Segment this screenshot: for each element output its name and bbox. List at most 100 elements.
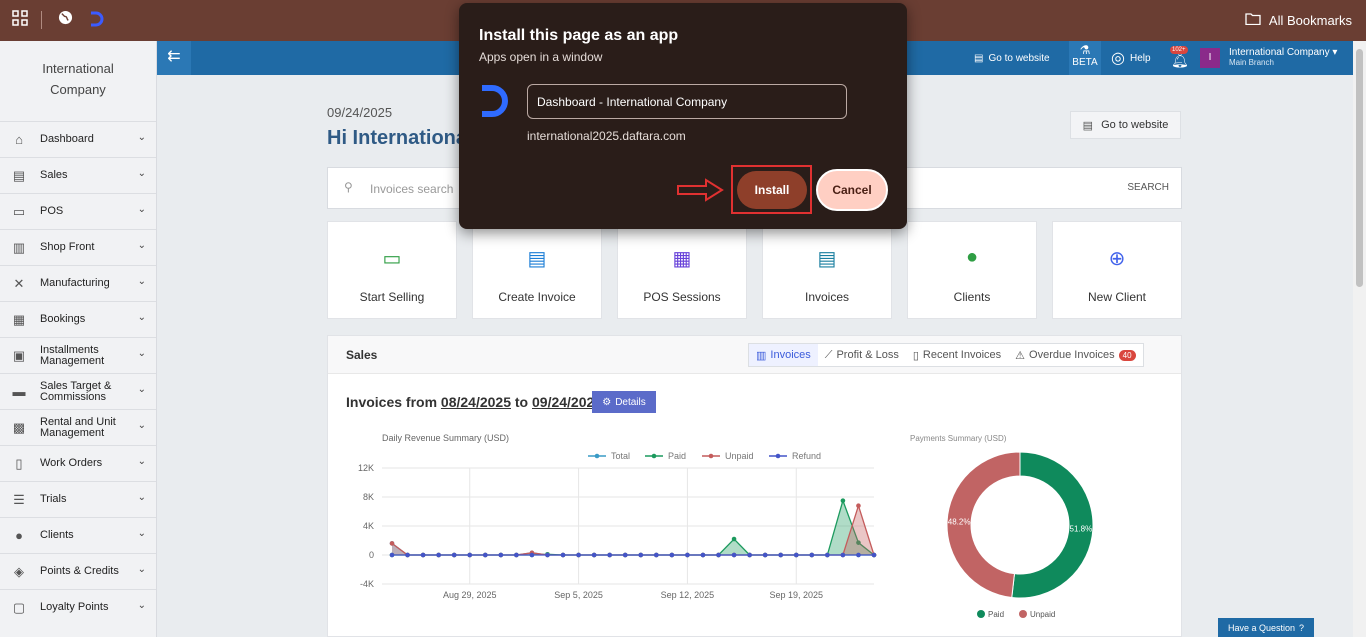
- y-tick-label: 12K: [358, 463, 374, 473]
- app-name-input[interactable]: [527, 84, 847, 119]
- data-point-refund[interactable]: [420, 552, 426, 558]
- search-button[interactable]: SEARCH: [1127, 182, 1169, 193]
- annotation-arrow-icon: [677, 178, 724, 202]
- data-point-refund[interactable]: [405, 552, 410, 558]
- legend-label[interactable]: Paid: [668, 451, 686, 461]
- scrollbar-thumb[interactable]: [1356, 49, 1363, 287]
- details-label: Details: [615, 396, 646, 408]
- beta-button[interactable]: ⚗ BETA: [1069, 41, 1101, 75]
- sidebar-item-shop-front[interactable]: ▥ Shop Front ⌄: [0, 229, 156, 265]
- data-point-refund[interactable]: [622, 552, 628, 558]
- sidebar-item-sales[interactable]: ▤ Sales ⌄: [0, 157, 156, 193]
- data-point-refund[interactable]: [809, 552, 815, 558]
- data-point-refund[interactable]: [529, 552, 535, 558]
- data-point-refund[interactable]: [576, 552, 581, 558]
- data-point-refund[interactable]: [560, 552, 566, 558]
- data-point-paid[interactable]: [840, 498, 846, 503]
- details-button[interactable]: ⚙ Details: [592, 391, 656, 413]
- data-point-refund[interactable]: [482, 552, 488, 558]
- notification-count: 102+: [1170, 46, 1188, 54]
- legend-label[interactable]: Total: [611, 451, 630, 461]
- data-point-refund[interactable]: [793, 552, 799, 558]
- data-point-refund[interactable]: [545, 552, 550, 558]
- globe-icon[interactable]: [58, 10, 73, 30]
- data-point-refund[interactable]: [451, 552, 457, 558]
- data-point-refund[interactable]: [669, 552, 675, 558]
- data-point-paid[interactable]: [731, 536, 737, 542]
- avatar[interactable]: I: [1200, 48, 1220, 68]
- tab-recent-invoices[interactable]: ▯ Recent Invoices: [906, 344, 1008, 366]
- tile-pos-sessions[interactable]: ▦ POS Sessions: [617, 221, 747, 319]
- sidebar-toggle-icon[interactable]: ⇇: [157, 41, 191, 75]
- have-a-question-button[interactable]: Have a Question?: [1218, 618, 1314, 637]
- goto-website-button[interactable]: ▤ Go to website: [1070, 111, 1181, 139]
- data-point-refund[interactable]: [747, 552, 752, 558]
- data-point-unpaid[interactable]: [856, 503, 861, 508]
- goto-website-link[interactable]: ▤ Go to website: [974, 41, 1050, 75]
- data-point-refund[interactable]: [467, 552, 473, 558]
- data-point-refund[interactable]: [825, 552, 830, 558]
- page-scrollbar[interactable]: [1353, 41, 1366, 637]
- beta-label: BETA: [1072, 57, 1098, 68]
- dialog-subtitle: Apps open in a window: [479, 50, 603, 64]
- daftara-logo-icon[interactable]: [88, 10, 106, 33]
- overdue-count-badge: 40: [1118, 349, 1136, 361]
- sidebar-item-installments-management[interactable]: ▣ Installments Management ⌄: [0, 337, 156, 373]
- sidebar-item-dashboard[interactable]: ⌂ Dashboard ⌄: [0, 121, 156, 157]
- data-point-refund[interactable]: [731, 552, 737, 558]
- data-point-refund[interactable]: [514, 552, 519, 558]
- rental-icon: ▩: [12, 419, 26, 435]
- sidebar-item-trials[interactable]: ☰ Trials ⌄: [0, 481, 156, 517]
- help-button[interactable]: ◎ Help: [1111, 41, 1151, 75]
- legend-label[interactable]: Unpaid: [1030, 610, 1055, 619]
- data-point-refund[interactable]: [685, 552, 690, 558]
- data-point-refund[interactable]: [607, 552, 612, 558]
- data-point-refund[interactable]: [436, 552, 441, 558]
- search-input[interactable]: Invoices search: [370, 182, 453, 196]
- data-point-refund[interactable]: [871, 552, 877, 558]
- data-point-refund[interactable]: [389, 552, 395, 558]
- sidebar-item-loyalty-points[interactable]: ▢ Loyalty Points ⌄: [0, 589, 156, 625]
- sidebar-item-bookings[interactable]: ▦ Bookings ⌄: [0, 301, 156, 337]
- data-point-refund[interactable]: [654, 552, 659, 558]
- company-switcher[interactable]: International Company ▾ Main Branch: [1229, 47, 1337, 67]
- sidebar-item-work-orders[interactable]: ▯ Work Orders ⌄: [0, 445, 156, 481]
- legend-label[interactable]: Paid: [988, 610, 1004, 619]
- data-point-refund[interactable]: [638, 552, 644, 558]
- sidebar-item-manufacturing[interactable]: ✕ Manufacturing ⌄: [0, 265, 156, 301]
- tab-overdue-invoices[interactable]: ⚠ Overdue Invoices 40: [1008, 344, 1142, 366]
- data-point-unpaid[interactable]: [389, 541, 395, 546]
- legend-label[interactable]: Unpaid: [725, 451, 754, 461]
- tab-invoices[interactable]: ▥ Invoices: [749, 344, 818, 366]
- data-point-refund[interactable]: [762, 552, 768, 558]
- chart-title: Daily Revenue Summary (USD): [382, 433, 509, 443]
- from-date[interactable]: 08/24/2025: [441, 394, 511, 410]
- tile-invoices[interactable]: ▤ Invoices: [762, 221, 892, 319]
- tile-start-selling[interactable]: ▭ Start Selling: [327, 221, 457, 319]
- tile-create-invoice[interactable]: ▤ Create Invoice: [472, 221, 602, 319]
- sidebar-item-clients[interactable]: ● Clients ⌄: [0, 517, 156, 553]
- sidebar-item-rental-and-unit-management[interactable]: ▩ Rental and Unit Management ⌄: [0, 409, 156, 445]
- question-icon: ?: [1299, 622, 1305, 633]
- legend-label[interactable]: Refund: [792, 451, 821, 461]
- data-point-refund[interactable]: [591, 552, 597, 558]
- data-point-refund[interactable]: [498, 552, 504, 558]
- sales-tabs: ▥ Invoices ⟋ Profit & Loss ▯ Recent Invoice…: [748, 343, 1144, 367]
- daily-revenue-chart: Daily Revenue Summary (USD) 12K 8K 4K 0 -4K Au…: [358, 433, 877, 600]
- data-point-refund[interactable]: [700, 552, 706, 558]
- data-point-refund[interactable]: [856, 552, 861, 558]
- invoice-add-icon: ▤: [527, 248, 547, 270]
- sidebar-item-points-credits[interactable]: ◈ Points & Credits ⌄: [0, 553, 156, 589]
- install-button[interactable]: Install: [737, 171, 807, 209]
- tile-new-client[interactable]: ⊕ New Client: [1052, 221, 1182, 319]
- sidebar-item-sales-target-commissions[interactable]: ▬ Sales Target & Commissions ⌄: [0, 373, 156, 409]
- tile-clients[interactable]: ● Clients: [907, 221, 1037, 319]
- cancel-button[interactable]: Cancel: [816, 169, 888, 211]
- data-point-refund[interactable]: [716, 552, 721, 558]
- apps-grid-icon[interactable]: [12, 10, 28, 31]
- tab-profit-loss[interactable]: ⟋ Profit & Loss: [818, 344, 906, 366]
- data-point-refund[interactable]: [778, 552, 784, 558]
- data-point-refund[interactable]: [840, 552, 846, 558]
- all-bookmarks[interactable]: All Bookmarks: [1245, 12, 1352, 28]
- sidebar-item-pos[interactable]: ▭ POS ⌄: [0, 193, 156, 229]
